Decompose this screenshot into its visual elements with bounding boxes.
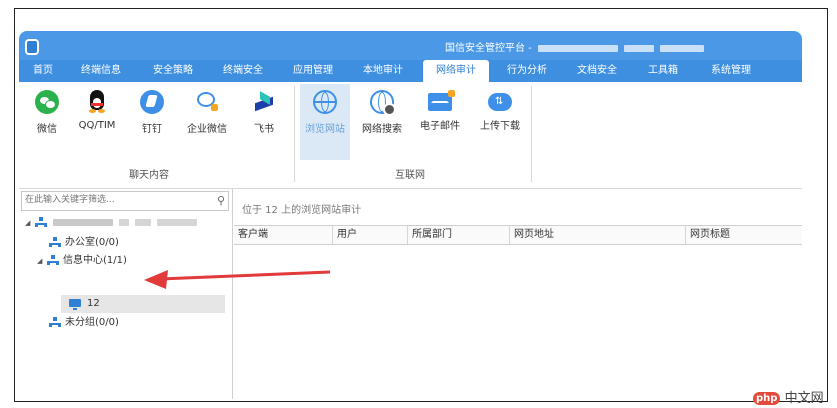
chat-group-label: 聊天内容 [129, 170, 169, 181]
ribbon-toolbar: 微信 QQ/TIM 钉钉 企业微信 飞书 聊天内容 浏览网站 网络搜索 电子邮件… [19, 82, 802, 189]
tree-item-computer-12[interactable]: 12 [69, 296, 100, 312]
tab-document-security[interactable]: 文档安全 [567, 60, 627, 82]
column-header-page-title[interactable]: 网页标题 [686, 226, 802, 244]
browse-website-button[interactable]: 浏览网站 [302, 90, 348, 135]
dingtalk-label: 钉钉 [142, 124, 162, 135]
wecom-button[interactable]: 企业微信 [184, 90, 230, 135]
tree-item-label: 办公室(0/0) [65, 237, 119, 248]
redacted-text [119, 218, 129, 226]
location-breadcrumb: 位于 12 上的浏览网站审计 [242, 205, 362, 216]
wechat-icon [35, 90, 59, 114]
search-icon[interactable]: ⚲ [217, 194, 225, 207]
email-button[interactable]: 电子邮件 [417, 90, 463, 132]
screenshot-frame: 国信安全管控平台 - 首页 终端信息 安全策略 终端安全 应用管理 本地审计 网… [14, 8, 828, 402]
app-logo-icon [25, 39, 39, 55]
window-title-text: 国信安全管控平台 - [445, 43, 532, 54]
dingtalk-icon [140, 90, 164, 114]
tab-network-audit[interactable]: 网络审计 [423, 60, 489, 82]
watermark: php 中文网 [753, 387, 824, 406]
globe-icon [313, 90, 337, 114]
menu-bar: 首页 终端信息 安全策略 终端安全 应用管理 本地审计 网络审计 行为分析 文档… [19, 60, 802, 82]
qq-tim-button[interactable]: QQ/TIM [74, 90, 120, 131]
tab-app-management[interactable]: 应用管理 [283, 60, 343, 82]
feishu-icon [252, 90, 276, 114]
app-window: 国信安全管控平台 - 首页 终端信息 安全策略 终端安全 应用管理 本地审计 网… [19, 31, 802, 399]
window-title: 国信安全管控平台 - [445, 39, 704, 54]
tree-item-ungrouped[interactable]: 未分组(0/0) [49, 315, 119, 331]
org-icon [35, 216, 47, 228]
tab-terminal-info[interactable]: 终端信息 [71, 60, 131, 82]
device-tree-panel: ⚲ ◢ 办公室(0/0) ◢ 信息中心(1/1) 12 未分组(0/0) [19, 189, 233, 399]
tree-search-input[interactable] [22, 192, 214, 208]
tree-item-office[interactable]: 办公室(0/0) [49, 235, 119, 251]
audit-panel: 位于 12 上的浏览网站审计 客户端 用户 所属部门 网页地址 网页标题 [234, 189, 802, 399]
org-icon [49, 236, 61, 248]
qq-tim-label: QQ/TIM [78, 120, 116, 131]
internet-group-label: 互联网 [395, 170, 425, 181]
web-search-button[interactable]: 网络搜索 [359, 90, 405, 135]
redacted-text [537, 44, 618, 52]
redacted-text [157, 218, 197, 226]
qq-icon [85, 90, 109, 114]
cloud-transfer-icon: ⇅ [488, 93, 512, 111]
computer-icon [69, 299, 81, 310]
globe-search-icon [370, 90, 396, 116]
wecom-label: 企业微信 [187, 124, 227, 135]
web-search-label: 网络搜索 [362, 124, 402, 135]
browse-website-label: 浏览网站 [305, 124, 345, 135]
tab-home[interactable]: 首页 [25, 60, 61, 82]
redacted-text [135, 218, 151, 226]
org-icon [47, 254, 59, 266]
expand-caret-icon[interactable]: ◢ [37, 253, 47, 269]
tree-item-info-center[interactable]: ◢ 信息中心(1/1) [37, 253, 127, 269]
expand-caret-icon[interactable]: ◢ [25, 215, 35, 231]
tree-item-label: 未分组(0/0) [65, 317, 119, 328]
redacted-text [623, 44, 654, 52]
dingtalk-button[interactable]: 钉钉 [129, 90, 175, 135]
feishu-button[interactable]: 飞书 [241, 90, 287, 135]
ribbon-divider [531, 86, 532, 182]
feishu-label: 飞书 [254, 124, 274, 135]
watermark-text: 中文网 [784, 391, 824, 406]
tab-terminal-security[interactable]: 终端安全 [213, 60, 273, 82]
org-icon [49, 316, 61, 328]
mail-icon [428, 90, 455, 111]
wechat-label: 微信 [37, 124, 57, 135]
tab-toolbox[interactable]: 工具箱 [635, 60, 691, 82]
column-header-url[interactable]: 网页地址 [510, 226, 686, 244]
column-header-client[interactable]: 客户端 [234, 226, 333, 244]
wecom-icon [195, 90, 219, 114]
ribbon-divider [294, 86, 295, 182]
tree-search-box: ⚲ [21, 191, 229, 211]
column-header-user[interactable]: 用户 [333, 226, 408, 244]
redacted-text [659, 44, 704, 52]
upload-download-label: 上传下载 [480, 121, 520, 132]
redacted-text [53, 218, 113, 226]
upload-download-button[interactable]: ⇅ 上传下载 [477, 90, 523, 132]
tree-root[interactable]: ◢ [25, 215, 197, 231]
tab-behavior-analysis[interactable]: 行为分析 [497, 60, 557, 82]
watermark-logo: php [753, 392, 781, 405]
column-header-department[interactable]: 所属部门 [408, 226, 510, 244]
email-label: 电子邮件 [420, 121, 460, 132]
tab-local-audit[interactable]: 本地审计 [353, 60, 413, 82]
table-header: 客户端 用户 所属部门 网页地址 网页标题 [234, 225, 802, 245]
tree-item-label: 信息中心(1/1) [63, 255, 127, 266]
tree-item-label: 12 [87, 298, 100, 309]
wechat-button[interactable]: 微信 [24, 90, 70, 135]
tab-system-management[interactable]: 系统管理 [699, 60, 763, 82]
tab-security-policy[interactable]: 安全策略 [143, 60, 203, 82]
